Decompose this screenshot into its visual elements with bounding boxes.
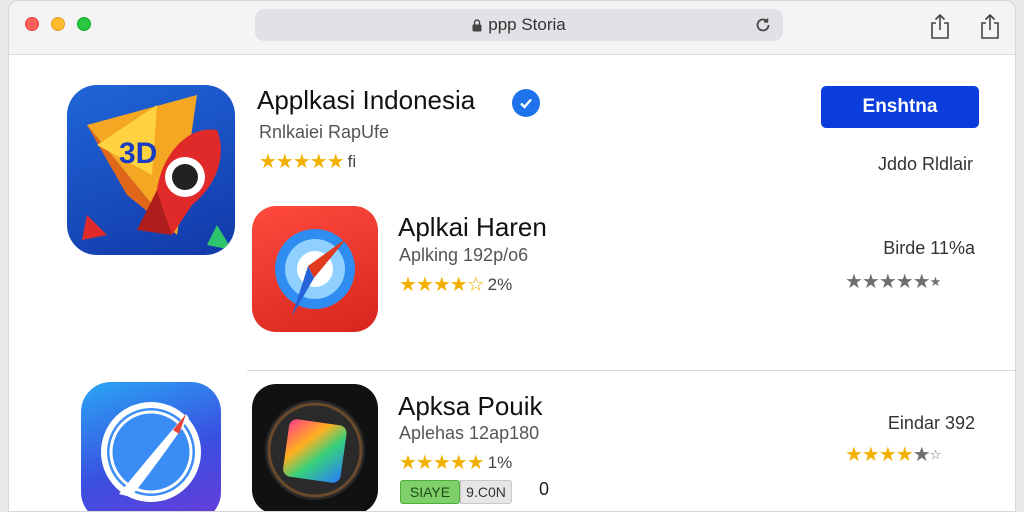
app-right-rating: ★★★★★ ★ <box>845 271 942 293</box>
trailing-text: 0 <box>539 479 550 499</box>
app-rating: ★★★★☆ 2% <box>399 272 512 297</box>
tabs-icon[interactable] <box>977 12 1003 40</box>
divider <box>247 370 1015 371</box>
paper-plane-rocket-icon[interactable]: 3D <box>67 85 235 255</box>
minimize-button[interactable] <box>51 17 65 31</box>
app-subtitle: Aplehas 12ap180 <box>399 423 540 443</box>
app-title[interactable]: Aplkai Haren <box>398 212 547 243</box>
toolbar: ppp Storia <box>9 1 1015 55</box>
photo-gradient-icon[interactable] <box>252 384 378 511</box>
verified-badge-icon <box>512 89 540 117</box>
star-rating-icon: ★★★★☆ <box>399 274 485 296</box>
compass-blue-icon[interactable] <box>81 382 221 511</box>
star-rating-icon: ★★★★★ <box>399 452 485 474</box>
maximize-button[interactable] <box>77 17 91 31</box>
status-badge[interactable]: SIAYE <box>400 480 460 504</box>
app-right-rating: ★★★★ ★ ☆ <box>845 444 942 466</box>
featured-app-rating-text: fi <box>347 151 357 171</box>
address-text: ppp Storia <box>488 15 566 34</box>
app-store-window: ppp Storia 3D Applkasi Indonesia Rnlkaie… <box>8 0 1016 512</box>
star-rating-icon: ★★★★★ <box>845 271 931 293</box>
compass-red-icon[interactable] <box>252 206 378 332</box>
svg-text:3D: 3D <box>119 137 157 170</box>
app-right-label: Birde 11%a <box>883 238 975 258</box>
featured-app-title[interactable]: Applkasi Indonesia <box>257 85 475 116</box>
size-badge: 9.C0N <box>460 480 512 504</box>
close-button[interactable] <box>25 17 39 31</box>
app-subtitle: Aplking 192p/o6 <box>399 245 529 265</box>
reload-icon[interactable] <box>753 15 773 35</box>
star-rating-icon: ★★★★ <box>845 444 914 466</box>
app-rating-text: 2% <box>487 274 513 294</box>
share-icon[interactable] <box>927 12 953 40</box>
get-button[interactable]: Enshtna <box>821 86 979 128</box>
app-title[interactable]: Apksa Pouik <box>398 391 543 422</box>
featured-app-subtitle: Rnlkaiei RapUfe <box>259 122 390 142</box>
address-bar[interactable]: ppp Storia <box>255 9 783 41</box>
app-rating: ★★★★★ 1% <box>399 450 512 475</box>
lock-icon <box>472 19 482 32</box>
app-right-label: Eindar 392 <box>887 413 975 433</box>
star-rating-icon: ★★★★★ <box>259 151 345 173</box>
app-rating-text: 1% <box>487 452 513 472</box>
featured-app-rating: ★★★★★ fi <box>259 149 356 174</box>
featured-app-right-label: Jddo Rldlair <box>877 154 973 174</box>
